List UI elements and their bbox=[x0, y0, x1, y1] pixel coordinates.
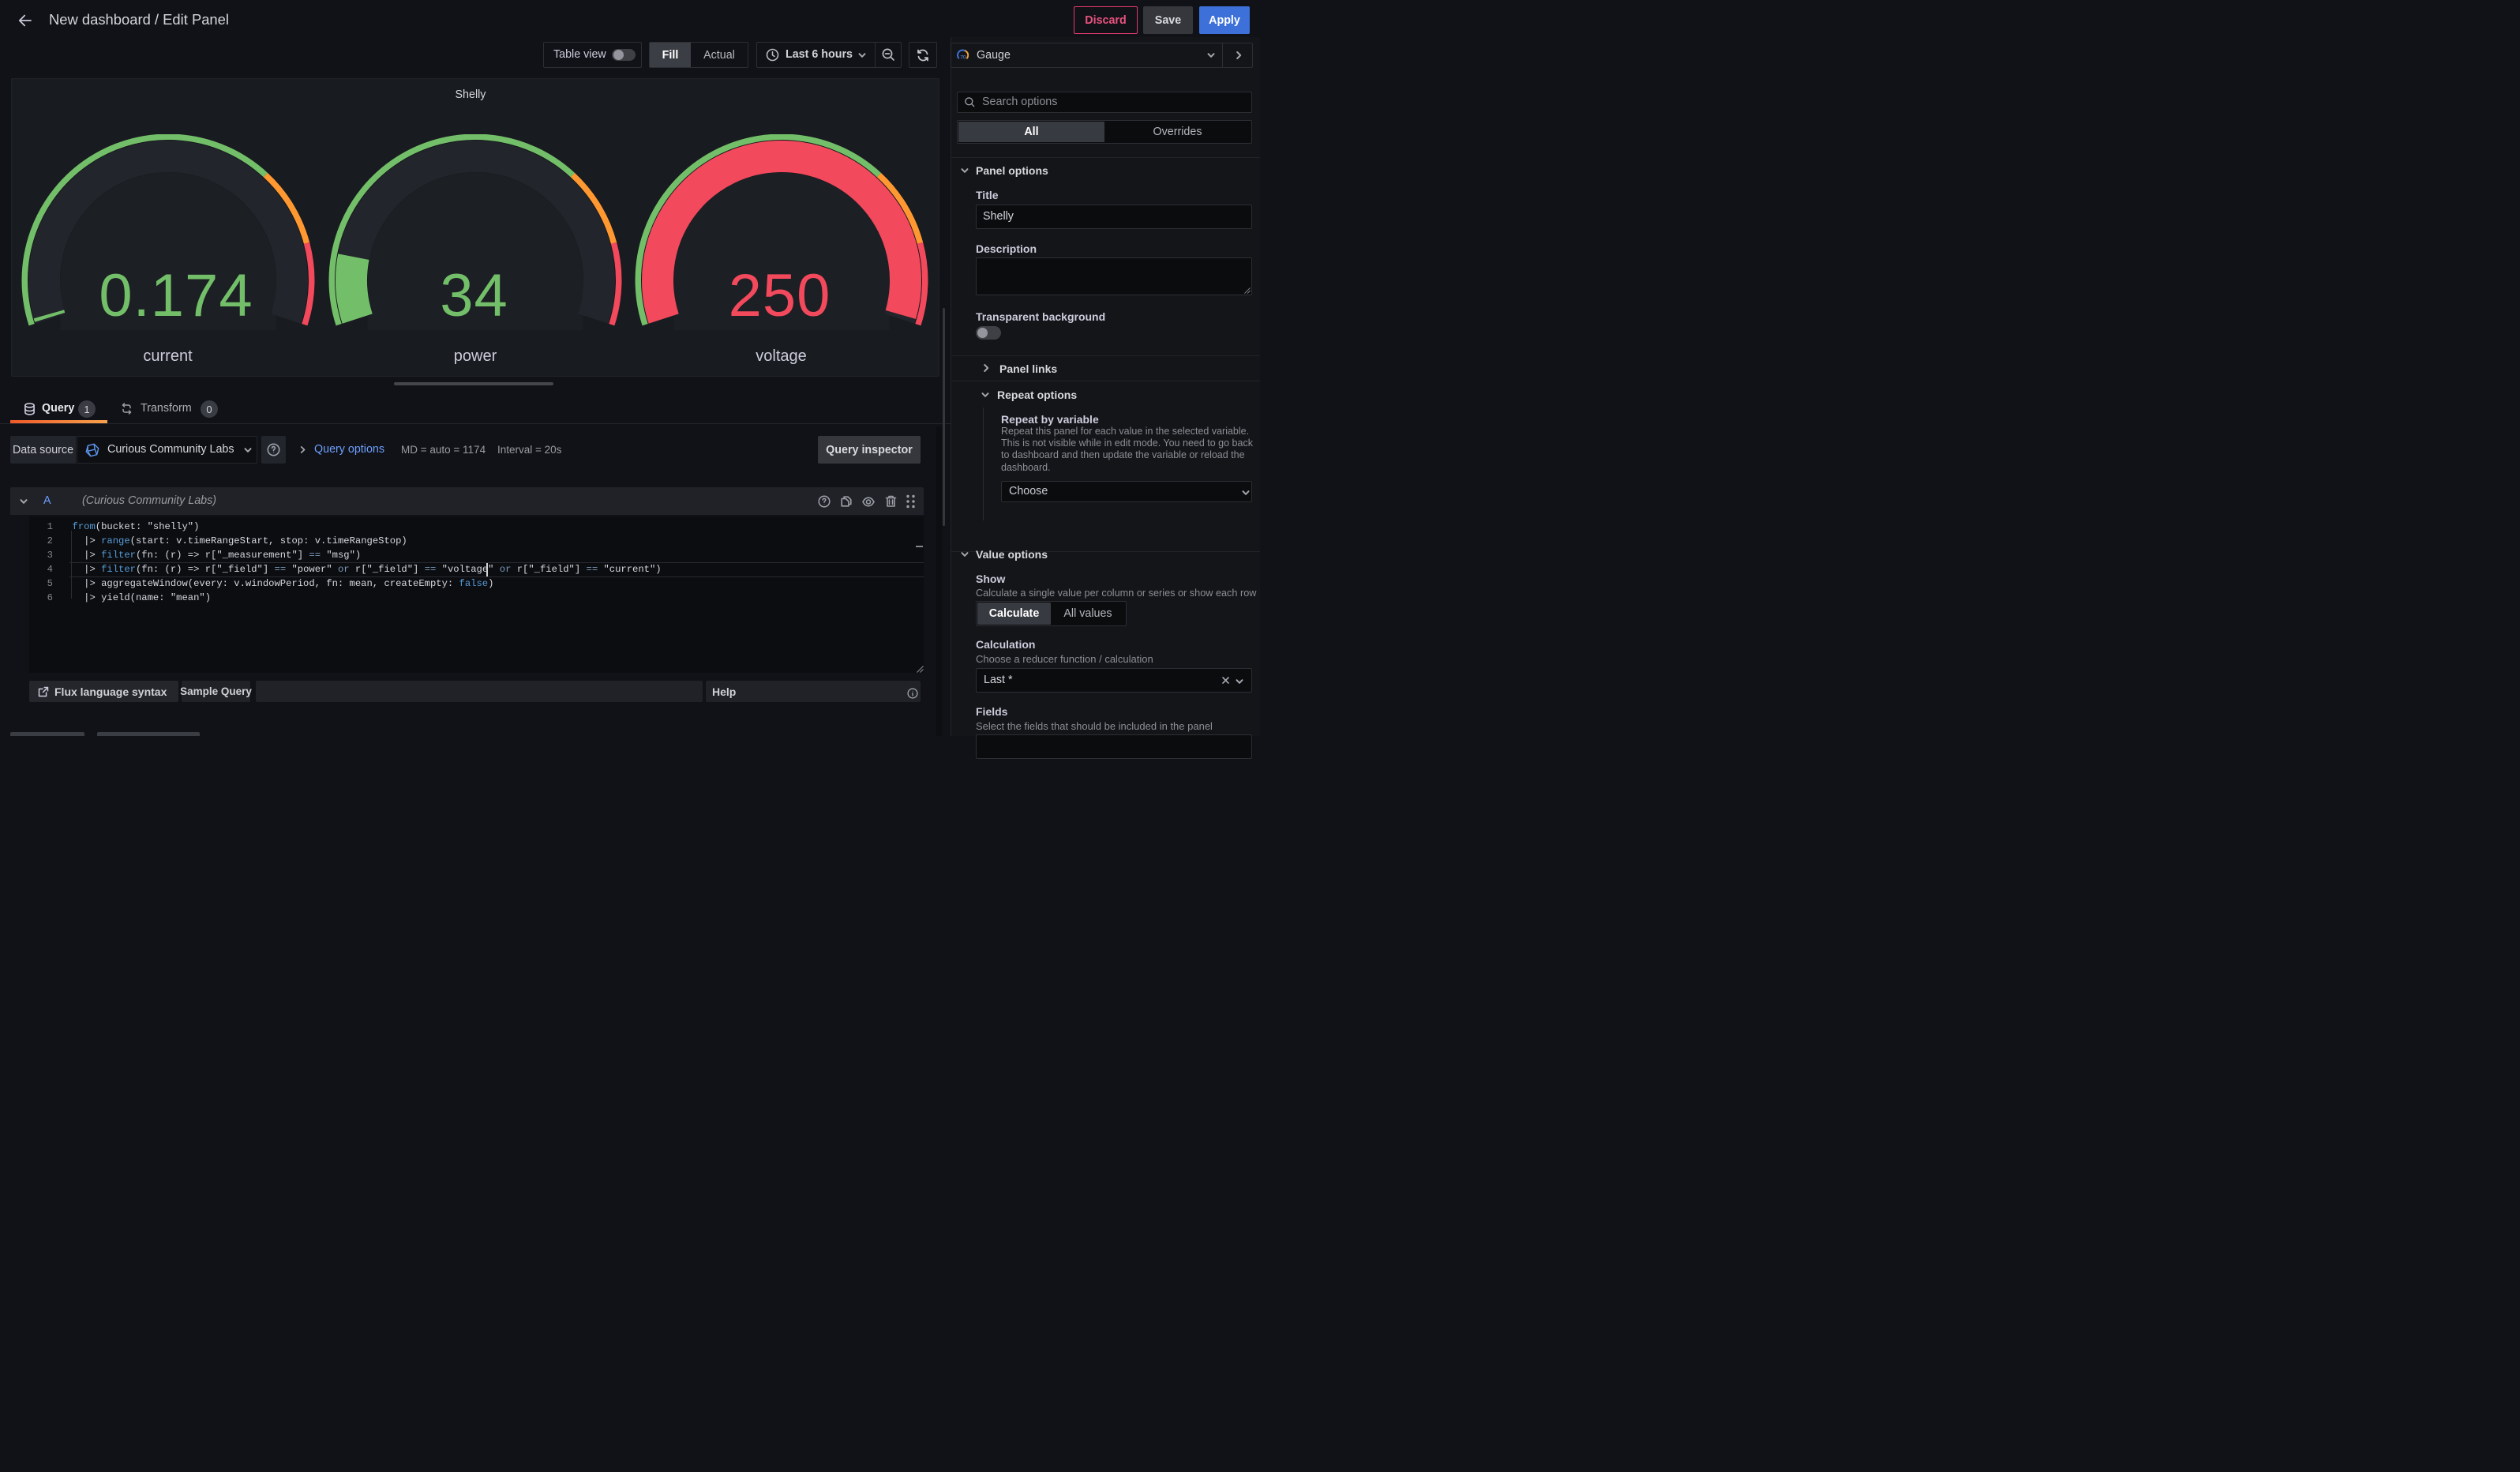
svg-text:70: 70 bbox=[960, 55, 966, 61]
